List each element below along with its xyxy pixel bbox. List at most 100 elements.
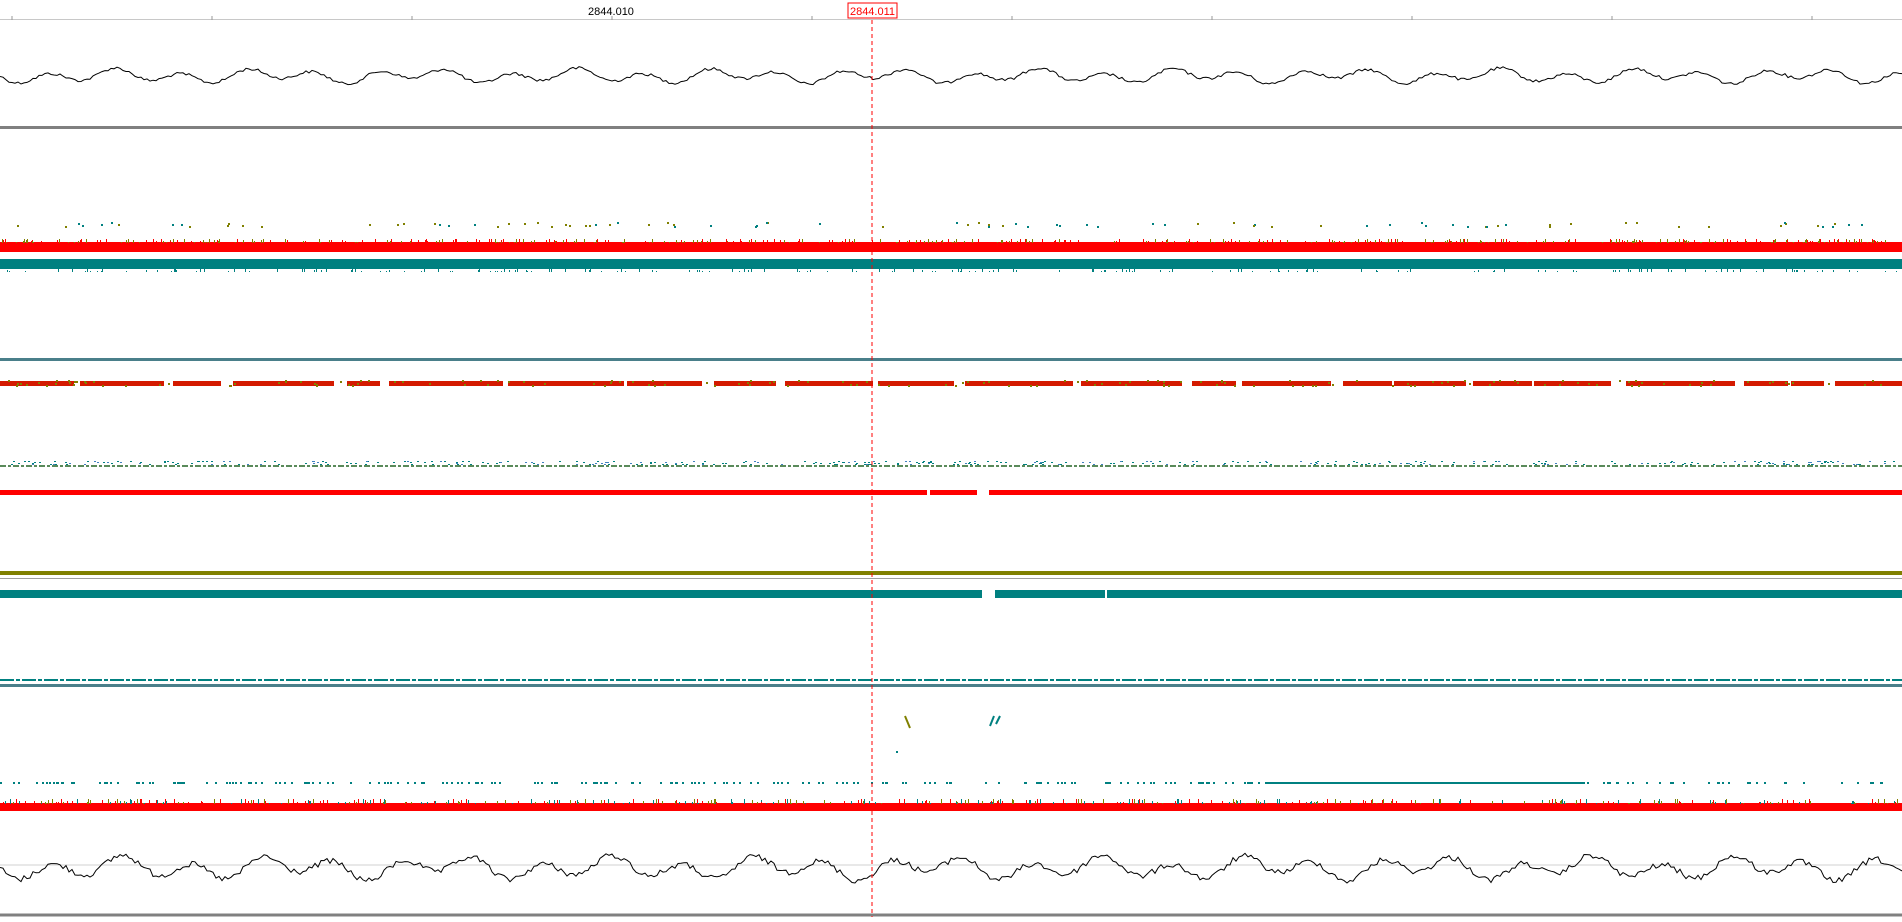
scatter-mark (1170, 782, 1172, 784)
scatter-mark (857, 782, 859, 784)
track-teal-scatter-1[interactable] (0, 461, 1902, 467)
scatter-mark (1774, 464, 1776, 465)
track-teal-line-1[interactable] (0, 679, 1902, 687)
noise-mark (922, 270, 923, 272)
scatter-mark (32, 464, 34, 465)
scatter-mark (559, 461, 561, 462)
noise-mark (1506, 239, 1507, 243)
scatter-mark (1827, 462, 1829, 463)
noise-mark (1667, 239, 1668, 243)
scatter-mark (432, 464, 434, 465)
track-red-line-1[interactable] (0, 490, 1902, 495)
noise-mark (1634, 239, 1635, 243)
noise-mark (453, 240, 454, 243)
scatter-mark (1271, 226, 1273, 228)
scatter-mark (1690, 464, 1692, 465)
track-red-band-2[interactable] (0, 799, 1902, 811)
noise-mark (757, 802, 758, 804)
noise-mark (864, 799, 865, 804)
scatter-mark (1000, 462, 1002, 463)
scatter-mark (211, 464, 213, 465)
noise-mark (1032, 239, 1033, 243)
noise-mark (1035, 801, 1036, 804)
noise-mark (345, 241, 346, 243)
noise-mark (897, 242, 898, 243)
scatter-mark (1192, 461, 1194, 462)
noise-mark (1157, 380, 1159, 382)
scatter-mark (818, 782, 820, 784)
noise-mark (830, 802, 831, 804)
noise-mark (7, 270, 8, 272)
noise-mark (204, 269, 205, 272)
red-dashed-segment (1343, 381, 1392, 386)
noise-mark (1573, 270, 1574, 272)
scatter-mark (261, 782, 263, 784)
noise-mark (1639, 240, 1640, 243)
track-olive-line-1[interactable] (0, 571, 1902, 579)
track-teal-band-1[interactable] (0, 259, 1902, 272)
noise-mark (699, 270, 700, 272)
noise-mark (866, 381, 868, 383)
noise-mark (101, 271, 102, 272)
noise-mark (1278, 269, 1279, 272)
noise-mark (527, 803, 528, 804)
noise-mark (1834, 239, 1835, 243)
noise-mark (305, 241, 306, 243)
noise-mark (265, 801, 266, 804)
scatter-mark (1769, 463, 1771, 464)
track-red-band-1[interactable] (0, 239, 1902, 252)
noise-mark (1806, 239, 1807, 243)
noise-mark (861, 799, 862, 804)
noise-mark (707, 241, 708, 243)
track-canvas[interactable]: 2844.010 2844.011 (0, 0, 1902, 917)
noise-mark (1884, 799, 1885, 804)
noise-mark (1186, 241, 1187, 243)
noise-mark (24, 239, 25, 243)
noise-mark (25, 271, 26, 272)
noise-mark (1774, 240, 1775, 243)
scatter-mark (1074, 782, 1076, 784)
scatter-mark (918, 463, 920, 464)
scatter-mark (589, 464, 591, 465)
scatter-mark (750, 464, 752, 465)
scatter-mark (1659, 782, 1661, 784)
track-waveform-bottom[interactable] (0, 852, 1902, 884)
noise-mark (632, 381, 634, 383)
scatter-mark (1783, 463, 1785, 464)
noise-mark (569, 242, 570, 243)
scatter-mark (1408, 463, 1410, 464)
scatter-mark (97, 462, 99, 463)
noise-mark (438, 269, 439, 272)
noise-mark (436, 241, 437, 243)
noise-mark (314, 383, 316, 385)
noise-mark (225, 242, 226, 243)
noise-mark (935, 271, 936, 272)
scatter-mark (1224, 463, 1226, 464)
scatter-mark (1193, 464, 1195, 465)
track-waveform-top[interactable] (0, 66, 1902, 86)
noise-mark (1705, 803, 1706, 804)
scatter-mark (1042, 464, 1044, 465)
scatter-mark (1184, 464, 1186, 465)
scatter-mark (32, 463, 34, 464)
noise-mark (652, 270, 653, 272)
noise-mark (191, 241, 192, 243)
scatter-mark (414, 782, 416, 784)
track-red-dashed-1[interactable] (0, 380, 1902, 387)
scatter-mark (897, 463, 899, 464)
noise-mark (1559, 384, 1561, 386)
scatter-mark (1492, 464, 1494, 465)
noise-mark (702, 801, 703, 804)
depth-cursor[interactable]: 2844.011 (847, 2, 898, 917)
scatter-mark (1842, 463, 1844, 464)
noise-mark (1235, 241, 1236, 243)
log-track-viewer[interactable]: 2844.010 2844.011 (0, 0, 1902, 917)
noise-mark (228, 271, 229, 272)
noise-mark (1828, 383, 1830, 385)
noise-mark (106, 239, 107, 243)
scatter-mark (1027, 226, 1029, 228)
noise-mark (1059, 270, 1060, 272)
noise-mark (761, 802, 762, 804)
track-teal-band-2[interactable] (0, 590, 1902, 598)
scatter-mark (1120, 782, 1122, 784)
